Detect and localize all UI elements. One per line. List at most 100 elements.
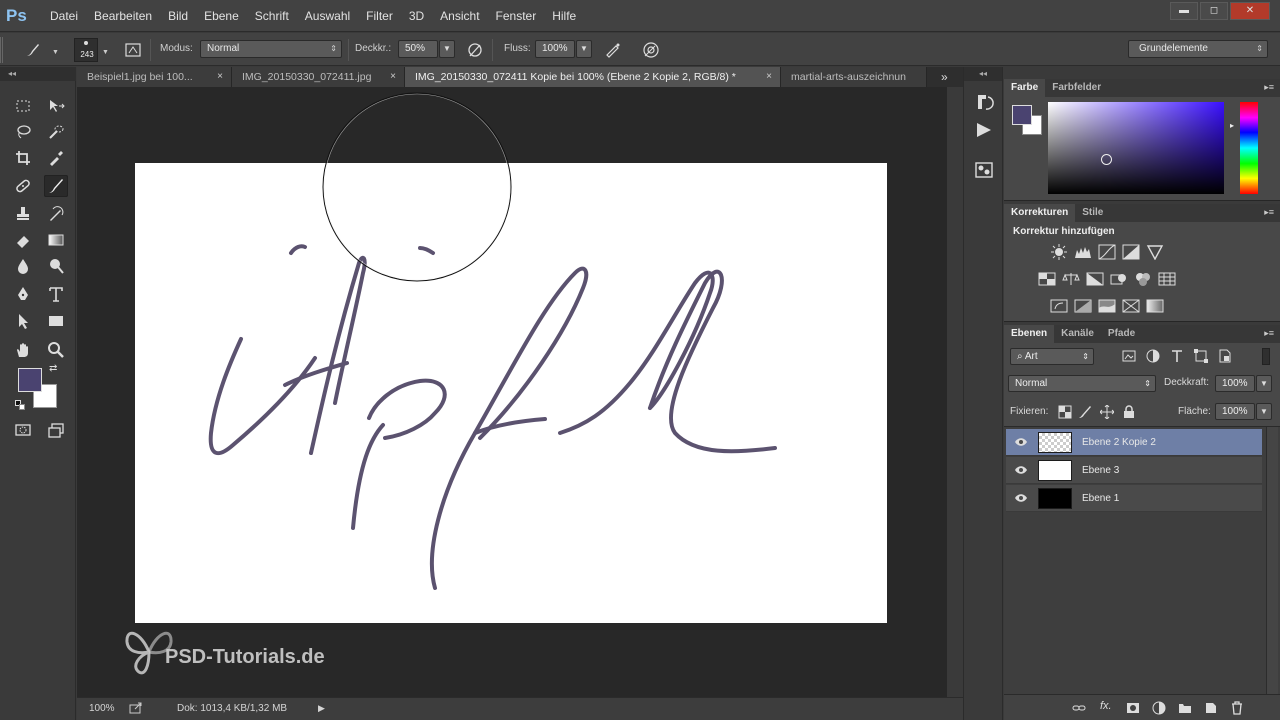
marquee-tool-icon[interactable]: [11, 95, 35, 117]
close-icon[interactable]: ×: [766, 67, 772, 87]
tab-stile[interactable]: Stile: [1075, 204, 1110, 222]
gradient-triangle-icon[interactable]: [1146, 244, 1164, 261]
default-colors-icon[interactable]: [15, 400, 25, 410]
filter-smart-object-icon[interactable]: [1218, 349, 1232, 363]
tab-img-20150330-kopie[interactable]: IMG_20150330_072411 Kopie bei 100% (Eben…: [405, 67, 781, 87]
layer-name[interactable]: Ebene 2 Kopie 2: [1082, 437, 1156, 448]
brush-panel-icon[interactable]: [124, 41, 142, 59]
menu-fenster[interactable]: Fenster: [488, 0, 545, 32]
eraser-tool-icon[interactable]: [11, 229, 35, 251]
tab-pfade[interactable]: Pfade: [1101, 325, 1142, 343]
chevron-down-icon[interactable]: ▼: [52, 49, 59, 56]
layers-scrollbar[interactable]: [1266, 427, 1278, 695]
layer-item[interactable]: Ebene 1: [1006, 485, 1262, 512]
blur-tool-icon[interactable]: [11, 255, 35, 277]
dodge-tool-icon[interactable]: [44, 255, 68, 277]
tab-beispiel1[interactable]: Beispiel1.jpg bei 100... ×: [77, 67, 232, 87]
canvas-area[interactable]: PSD-Tutorials.de: [77, 87, 947, 697]
panel-menu-icon[interactable]: ▸≡: [1264, 82, 1274, 93]
hand-tool-icon[interactable]: [11, 339, 35, 361]
quick-selection-tool-icon[interactable]: [44, 121, 68, 143]
blend-mode-select[interactable]: Normal ⇕: [1008, 375, 1156, 392]
path-selection-tool-icon[interactable]: [11, 310, 35, 332]
menu-3d[interactable]: 3D: [401, 0, 432, 32]
minimize-button[interactable]: ▬: [1170, 2, 1198, 20]
eye-icon[interactable]: [1014, 464, 1028, 476]
quick-mask-icon[interactable]: [11, 419, 35, 441]
maximize-button[interactable]: ◻: [1200, 2, 1228, 20]
lock-all-icon[interactable]: [1122, 405, 1136, 419]
fill-dropdown[interactable]: ▼: [1256, 403, 1272, 420]
color-lookup-icon[interactable]: [1158, 271, 1176, 287]
close-icon[interactable]: ×: [217, 67, 223, 87]
share-icon[interactable]: [129, 702, 143, 714]
tab-img-20150330[interactable]: IMG_20150330_072411.jpg ×: [232, 67, 405, 87]
fluss-input[interactable]: 100%: [535, 40, 575, 58]
pen-tool-icon[interactable]: [11, 283, 35, 305]
menu-filter[interactable]: Filter: [358, 0, 401, 32]
opacity-dropdown[interactable]: ▼: [1256, 375, 1272, 392]
lock-position-icon[interactable]: [1099, 404, 1115, 420]
brush-presets-panel-icon[interactable]: [972, 159, 996, 181]
menu-bild[interactable]: Bild: [160, 0, 196, 32]
fluss-dropdown[interactable]: ▼: [576, 40, 592, 58]
history-brush-tool-icon[interactable]: [44, 203, 68, 225]
add-mask-icon[interactable]: [1126, 701, 1140, 715]
lasso-tool-icon[interactable]: [11, 121, 35, 143]
pressure-opacity-icon[interactable]: [466, 41, 484, 59]
tab-kanaele[interactable]: Kanäle: [1054, 325, 1101, 343]
curves-icon[interactable]: [1098, 244, 1116, 260]
opacity-input[interactable]: 100%: [1215, 375, 1255, 392]
clone-stamp-tool-icon[interactable]: [11, 203, 35, 225]
link-layers-icon[interactable]: [1072, 701, 1086, 715]
layer-item[interactable]: Ebene 3: [1006, 457, 1262, 484]
lock-pixels-icon[interactable]: [1078, 405, 1092, 419]
filter-adjustment-icon[interactable]: [1146, 349, 1160, 363]
toolbox-collapse[interactable]: ◂◂: [0, 67, 76, 81]
filter-pixel-icon[interactable]: [1122, 349, 1136, 363]
status-menu-arrow-icon[interactable]: ▶: [318, 703, 325, 714]
eye-icon[interactable]: [1014, 436, 1028, 448]
deckkraft-input[interactable]: 50%: [398, 40, 438, 58]
levels-icon[interactable]: [1074, 244, 1092, 260]
filter-toggle[interactable]: [1262, 348, 1270, 365]
threshold-icon[interactable]: [1098, 298, 1116, 314]
channel-mixer-icon[interactable]: [1134, 271, 1152, 287]
brush-size-picker[interactable]: 243: [74, 38, 98, 62]
menu-auswahl[interactable]: Auswahl: [297, 0, 358, 32]
panel-menu-icon[interactable]: ▸≡: [1264, 207, 1274, 218]
tab-korrekturen[interactable]: Korrekturen: [1004, 204, 1076, 222]
close-button[interactable]: ✕: [1230, 2, 1270, 20]
brush-tool-icon[interactable]: [44, 175, 68, 197]
menu-ebene[interactable]: Ebene: [196, 0, 247, 32]
fx-icon[interactable]: fx.: [1100, 700, 1112, 712]
menu-bearbeiten[interactable]: Bearbeiten: [86, 0, 160, 32]
history-panel-icon[interactable]: [972, 91, 996, 113]
tab-farbe[interactable]: Farbe: [1004, 79, 1046, 97]
actions-panel-icon[interactable]: [972, 119, 996, 141]
menu-schrift[interactable]: Schrift: [247, 0, 297, 32]
zoom-tool-icon[interactable]: [44, 339, 68, 361]
photo-filter-icon[interactable]: [1110, 271, 1128, 287]
tab-farbfelder[interactable]: Farbfelder: [1045, 79, 1108, 97]
gradient-map-icon[interactable]: [1146, 298, 1164, 314]
layer-filter-select[interactable]: ⌕ Art ⇕: [1010, 348, 1094, 365]
modus-select[interactable]: Normal ⇕: [200, 40, 342, 58]
color-balance-icon[interactable]: [1062, 271, 1080, 287]
fill-input[interactable]: 100%: [1215, 403, 1255, 420]
lock-transparency-icon[interactable]: [1058, 405, 1072, 419]
zoom-level[interactable]: 100%: [89, 703, 115, 714]
deckkraft-dropdown[interactable]: ▼: [439, 40, 455, 58]
filter-shape-icon[interactable]: [1194, 349, 1208, 363]
gradient-tool-icon[interactable]: [44, 229, 68, 251]
hue-slider[interactable]: [1240, 102, 1258, 194]
filter-type-icon[interactable]: [1170, 349, 1184, 363]
color-fg-swatch[interactable]: [1012, 105, 1032, 125]
foreground-color-swatch[interactable]: [18, 368, 42, 392]
delete-layer-icon[interactable]: [1230, 701, 1244, 715]
brush-preset-icon[interactable]: [24, 41, 42, 59]
crop-tool-icon[interactable]: [11, 147, 35, 169]
black-white-icon[interactable]: [1086, 271, 1104, 287]
menu-ansicht[interactable]: Ansicht: [432, 0, 487, 32]
layer-name[interactable]: Ebene 1: [1082, 493, 1119, 504]
